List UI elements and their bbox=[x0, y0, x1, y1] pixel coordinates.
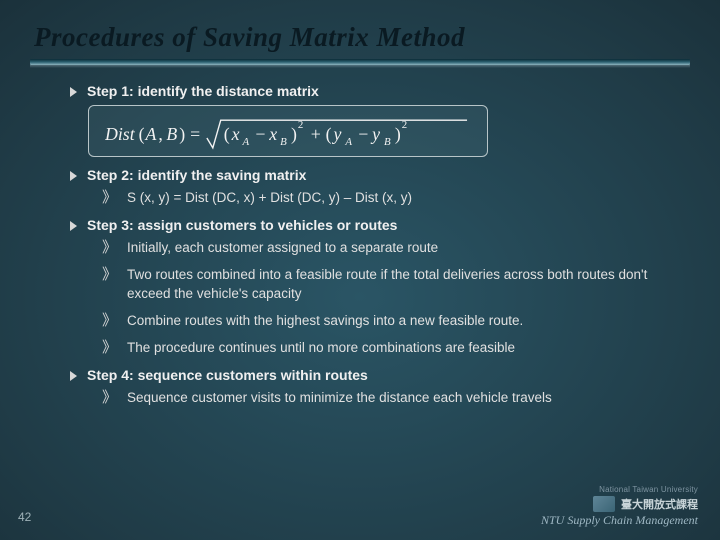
svg-text:): ) bbox=[179, 124, 185, 145]
list-item: 》 Combine routes with the highest saving… bbox=[102, 312, 680, 330]
triangle-bullet-icon bbox=[70, 221, 77, 231]
distance-formula-box: Dist ( A , B ) = ( x A − x B ) 2 bbox=[88, 105, 488, 157]
svg-text:2: 2 bbox=[402, 119, 407, 131]
step-3-item-4: The procedure continues until no more co… bbox=[127, 339, 515, 357]
svg-text:x: x bbox=[268, 124, 277, 144]
svg-text:(: ( bbox=[326, 124, 332, 145]
svg-text:(: ( bbox=[224, 124, 230, 145]
angle-bullet-icon: 》 bbox=[102, 266, 117, 284]
list-item: 》 S (x, y) = Dist (DC, x) + Dist (DC, y)… bbox=[102, 189, 680, 207]
svg-text:Dist: Dist bbox=[105, 124, 136, 144]
svg-text:y: y bbox=[370, 124, 380, 144]
svg-text:A: A bbox=[344, 136, 352, 148]
list-item: 》 Sequence customer visits to minimize t… bbox=[102, 389, 680, 407]
step-3-item-3: Combine routes with the highest savings … bbox=[127, 312, 523, 330]
step-2: Step 2: identify the saving matrix 》 S (… bbox=[70, 167, 680, 207]
svg-text:=: = bbox=[190, 124, 200, 144]
svg-text:B: B bbox=[384, 136, 391, 148]
step-3: Step 3: assign customers to vehicles or … bbox=[70, 217, 680, 357]
svg-text:−: − bbox=[358, 124, 368, 144]
svg-text:): ) bbox=[395, 124, 401, 145]
svg-text:−: − bbox=[255, 124, 265, 144]
angle-bullet-icon: 》 bbox=[102, 312, 117, 330]
ntu-logo-icon bbox=[593, 496, 615, 512]
svg-text:B: B bbox=[280, 136, 287, 148]
angle-bullet-icon: 》 bbox=[102, 389, 117, 407]
step-4: Step 4: sequence customers within routes… bbox=[70, 367, 680, 407]
svg-text:,: , bbox=[158, 124, 162, 144]
step-4-item-1: Sequence customer visits to minimize the… bbox=[127, 389, 552, 407]
step-3-item-1: Initially, each customer assigned to a s… bbox=[127, 239, 438, 257]
brand-chinese-text: 臺大開放式課程 bbox=[621, 496, 698, 512]
svg-text:B: B bbox=[166, 124, 177, 144]
svg-text:): ) bbox=[291, 124, 297, 145]
step-1: Step 1: identify the distance matrix Dis… bbox=[70, 83, 680, 157]
step-3-heading: Step 3: assign customers to vehicles or … bbox=[87, 217, 397, 233]
triangle-bullet-icon bbox=[70, 87, 77, 97]
step-3-item-2: Two routes combined into a feasible rout… bbox=[127, 266, 680, 302]
list-item: 》 The procedure continues until no more … bbox=[102, 339, 680, 357]
page-number: 42 bbox=[18, 510, 31, 524]
svg-text:x: x bbox=[231, 124, 240, 144]
step-4-heading: Step 4: sequence customers within routes bbox=[87, 367, 368, 383]
list-item: 》 Initially, each customer assigned to a… bbox=[102, 239, 680, 257]
svg-text:A: A bbox=[145, 124, 157, 144]
savings-formula-text: S (x, y) = Dist (DC, x) + Dist (DC, y) –… bbox=[127, 189, 412, 207]
list-item: 》 Two routes combined into a feasible ro… bbox=[102, 266, 680, 302]
triangle-bullet-icon bbox=[70, 171, 77, 181]
brand-subtitle: NTU Supply Chain Management bbox=[541, 513, 698, 528]
step-2-heading: Step 2: identify the saving matrix bbox=[87, 167, 306, 183]
footer-brand: National Taiwan University 臺大開放式課程 NTU S… bbox=[541, 485, 698, 528]
angle-bullet-icon: 》 bbox=[102, 239, 117, 257]
slide-title: Procedures of Saving Matrix Method bbox=[0, 0, 720, 59]
svg-text:(: ( bbox=[139, 124, 145, 145]
svg-text:+: + bbox=[311, 124, 321, 144]
slide-body: Step 1: identify the distance matrix Dis… bbox=[0, 65, 720, 408]
title-divider bbox=[30, 59, 690, 65]
angle-bullet-icon: 》 bbox=[102, 339, 117, 357]
svg-text:y: y bbox=[332, 124, 342, 144]
distance-formula-svg: Dist ( A , B ) = ( x A − x B ) 2 bbox=[105, 114, 471, 154]
svg-text:A: A bbox=[241, 136, 249, 148]
triangle-bullet-icon bbox=[70, 371, 77, 381]
svg-text:2: 2 bbox=[298, 119, 303, 131]
angle-bullet-icon: 》 bbox=[102, 189, 117, 207]
brand-top-text: National Taiwan University bbox=[541, 485, 698, 494]
step-1-heading: Step 1: identify the distance matrix bbox=[87, 83, 319, 99]
